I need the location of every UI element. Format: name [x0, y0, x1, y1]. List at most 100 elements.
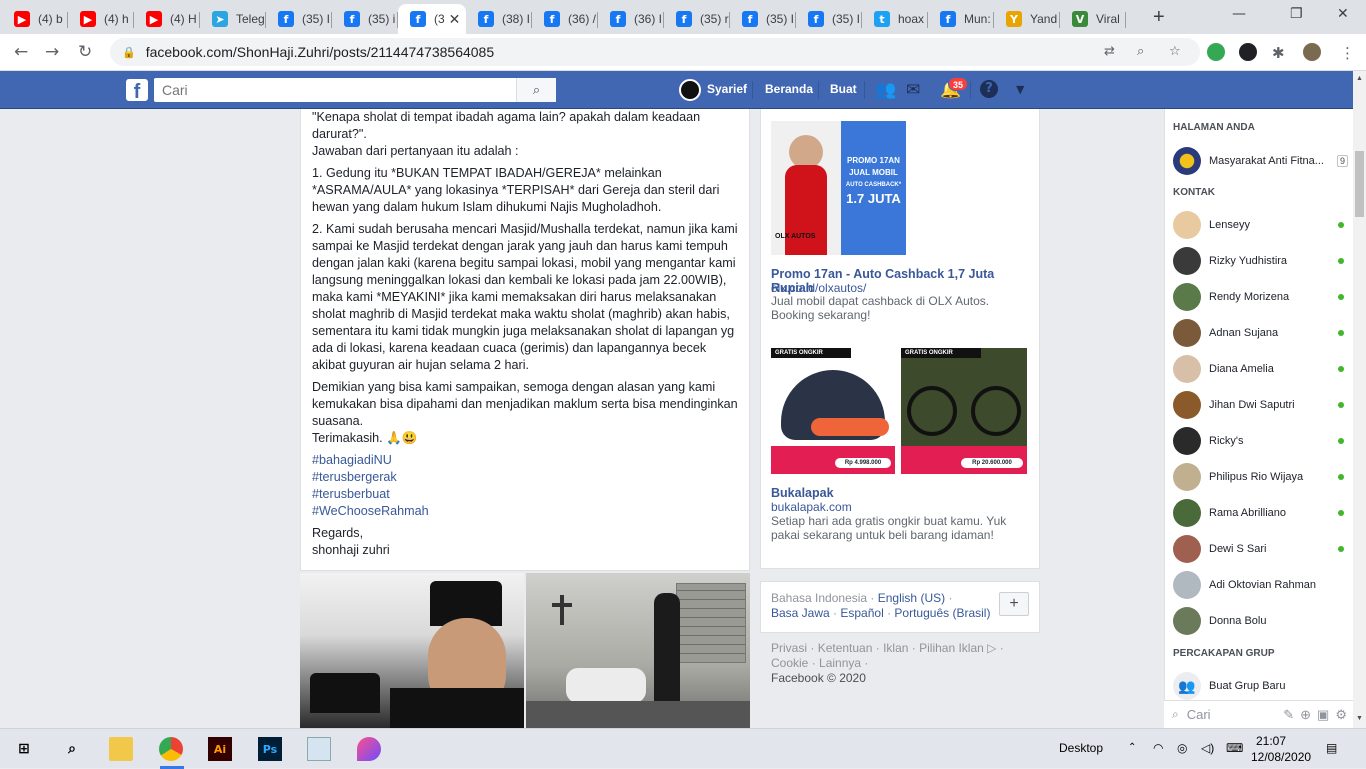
facebook-search-input[interactable] [154, 79, 514, 101]
settings-gear-icon[interactable]: ⚙ [1335, 707, 1347, 723]
hashtag-link[interactable]: #terusberbuat [312, 486, 739, 503]
extension-shield-icon[interactable] [1207, 43, 1225, 61]
reload-icon[interactable]: ↻ [78, 42, 92, 62]
ad-url[interactable]: olx.co.id/olxautos/ [771, 281, 866, 295]
user-name-link[interactable]: Syarief [707, 82, 747, 96]
contact-item[interactable]: Rendy Morizena [1173, 282, 1348, 312]
clock-time[interactable]: 21:07 [1256, 734, 1286, 748]
browser-tab[interactable]: f (3 ✕ [398, 4, 466, 34]
search-icon[interactable]: ⌕ [516, 78, 556, 102]
contact-item[interactable]: Philipus Rio Wijaya [1173, 462, 1348, 492]
more-languages-button[interactable]: + [999, 592, 1029, 616]
contact-item[interactable]: Diana Amelia [1173, 354, 1348, 384]
footer-link[interactable]: Ketentuan [818, 641, 873, 655]
new-group-button[interactable]: 👥 Buat Grup Baru [1173, 671, 1348, 701]
search-icon[interactable]: ⌕ [60, 737, 84, 761]
video-icon[interactable]: ▣ [1317, 707, 1329, 723]
contact-item[interactable]: Rama Abrilliano [1173, 498, 1348, 528]
network-icon[interactable]: ◎ [1177, 741, 1187, 755]
help-icon[interactable]: ? [980, 80, 998, 98]
language-link[interactable]: English (US) [878, 591, 945, 605]
browser-tab[interactable]: ▶ (4) H [134, 4, 200, 34]
ad-url[interactable]: bukalapak.com [771, 500, 852, 514]
browser-tab[interactable]: ▶ (4) b [2, 4, 68, 34]
contact-item[interactable]: Adnan Sujana [1173, 318, 1348, 348]
footer-link[interactable]: Lainnya [819, 656, 861, 670]
browser-tab[interactable]: ➤ Teleg [200, 4, 266, 34]
file-explorer-icon[interactable] [109, 737, 133, 761]
browser-tab[interactable]: f (35) I [730, 4, 796, 34]
browser-tab[interactable]: f (35) I [796, 4, 862, 34]
contact-item[interactable]: Lenseyy [1173, 210, 1348, 240]
minimize-button[interactable]: — [1232, 6, 1246, 22]
close-window-button[interactable]: ✕ [1337, 6, 1349, 22]
volume-icon[interactable]: ◁) [1201, 741, 1214, 755]
hashtag-link[interactable]: #bahagiadiNU [312, 452, 739, 469]
browser-tab[interactable]: Y Yand [994, 4, 1060, 34]
notifications-center-icon[interactable]: ▤ [1326, 741, 1337, 755]
page-item[interactable]: Masyarakat Anti Fitna... 9 [1173, 146, 1348, 176]
bukalapak-ad-image-helmet[interactable]: GRATIS ONGKIR Rp 4.998.000 [771, 348, 895, 474]
olx-ad-banner[interactable]: PROMO 17AN JUAL MOBIL AUTO CASHBACK* 1.7… [841, 121, 906, 255]
compose-icon[interactable]: ✎ [1283, 707, 1294, 723]
footer-link[interactable]: Pilihan Iklan ▷ [919, 641, 996, 655]
add-group-icon[interactable]: ⊕ [1300, 707, 1311, 723]
bookmark-star-icon[interactable]: ☆ [1169, 44, 1181, 59]
post-photo-left[interactable] [300, 573, 524, 728]
browser-tab[interactable]: f (36) I [598, 4, 664, 34]
facebook-logo-icon[interactable]: f [126, 79, 148, 101]
ad-title[interactable]: Bukalapak [771, 486, 834, 500]
extension-download-icon[interactable] [1239, 43, 1257, 61]
bukalapak-ad-image-bike[interactable]: GRATIS ONGKIR Rp 20.600.000 [901, 348, 1027, 474]
keyboard-icon[interactable]: ⌨ [1226, 741, 1243, 755]
illustrator-icon[interactable]: Ai [208, 737, 232, 761]
chat-search-input[interactable]: Cari [1187, 707, 1284, 722]
maximize-button[interactable]: ❐ [1290, 6, 1303, 22]
photoshop-icon[interactable]: Ps [258, 737, 282, 761]
language-link[interactable]: Português (Brasil) [894, 606, 990, 620]
messenger-icon[interactable]: ✉ [906, 80, 920, 100]
browser-tab[interactable]: f (35) I [266, 4, 332, 34]
address-bar[interactable]: 🔒 facebook.com/ShonHaji.Zuhri/posts/2114… [110, 38, 1200, 66]
forward-icon[interactable]: → [45, 42, 59, 62]
back-icon[interactable]: ← [14, 42, 28, 62]
home-link[interactable]: Beranda [765, 82, 813, 96]
browser-tab[interactable]: V Viral [1060, 4, 1126, 34]
app-drop-icon[interactable] [357, 737, 381, 761]
browser-tab[interactable]: t hoax [862, 4, 928, 34]
clock-date[interactable]: 12/08/2020 [1251, 750, 1311, 764]
post-photo-right[interactable] [526, 573, 750, 728]
browser-tab[interactable]: f (35) r [664, 4, 730, 34]
user-avatar[interactable] [679, 79, 701, 101]
zoom-icon[interactable]: ⌕ [1137, 44, 1144, 59]
app-window-icon[interactable] [307, 737, 331, 761]
page-scrollbar[interactable]: ▲ ▼ [1353, 71, 1366, 728]
footer-link[interactable]: Privasi [771, 641, 807, 655]
browser-tab[interactable]: f (38) I [466, 4, 532, 34]
new-tab-button[interactable]: + [1153, 6, 1165, 29]
contact-item[interactable]: Adi Oktovian Rahman [1173, 570, 1348, 600]
browser-tab[interactable]: ▶ (4) h [68, 4, 134, 34]
language-link[interactable]: Español [840, 606, 883, 620]
contact-item[interactable]: Jihan Dwi Saputri [1173, 390, 1348, 420]
contact-item[interactable]: Ricky's [1173, 426, 1348, 456]
profile-avatar[interactable] [1303, 43, 1321, 61]
browser-menu-icon[interactable]: ⋮ [1340, 44, 1355, 62]
translate-icon[interactable]: ⇄ [1104, 44, 1115, 59]
language-link[interactable]: Basa Jawa [771, 606, 830, 620]
footer-link[interactable]: Cookie [771, 656, 808, 670]
close-tab-icon[interactable]: ✕ [449, 11, 461, 28]
desktop-toolbar-label[interactable]: Desktop [1059, 741, 1103, 755]
scroll-down-arrow-icon[interactable]: ▼ [1356, 715, 1363, 722]
browser-tab[interactable]: f (36) / [532, 4, 598, 34]
extensions-puzzle-icon[interactable]: ✱ [1272, 44, 1285, 62]
hashtag-link[interactable]: #WeChooseRahmah [312, 503, 739, 520]
friend-requests-icon[interactable]: 👥 [875, 80, 896, 100]
scroll-up-arrow-icon[interactable]: ▲ [1356, 75, 1363, 82]
contact-item[interactable]: Donna Bolu [1173, 606, 1348, 636]
scrollbar-thumb[interactable] [1355, 151, 1364, 217]
hashtag-link[interactable]: #terusbergerak [312, 469, 739, 486]
browser-tab[interactable]: f Mun: [928, 4, 994, 34]
browser-tab[interactable]: f (35) i [332, 4, 398, 34]
create-link[interactable]: Buat [830, 82, 857, 96]
